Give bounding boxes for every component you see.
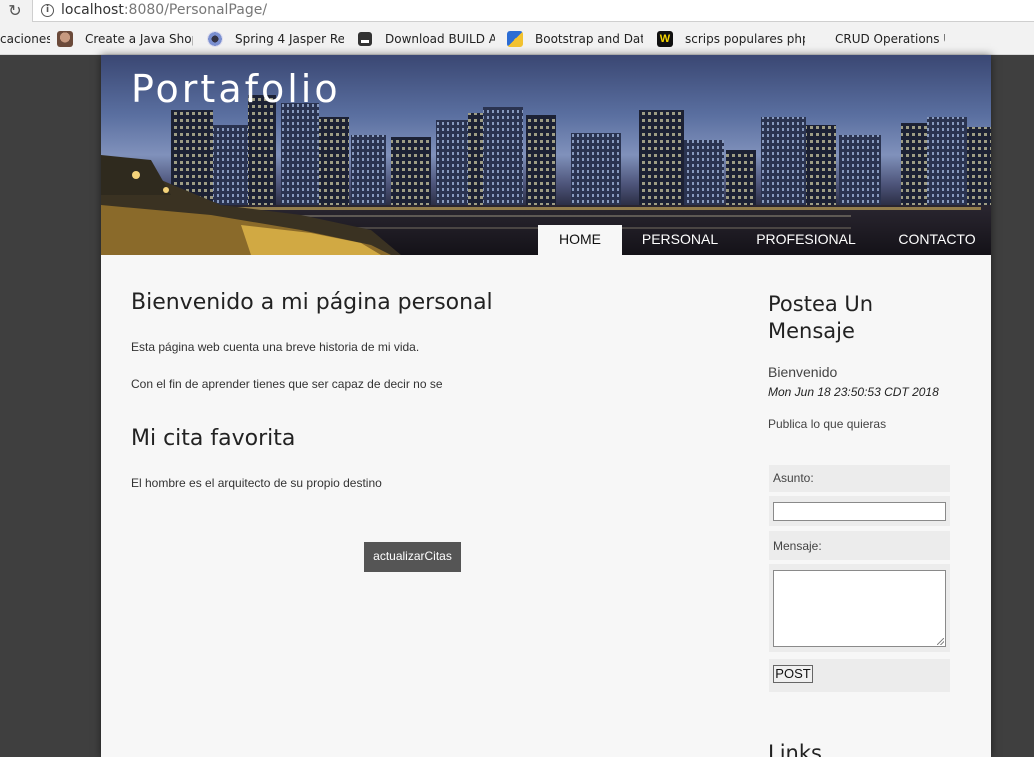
update-quotes-button[interactable]: actualizarCitas [364, 542, 461, 572]
page-container: Portafolio HOME PERSONAL PROFESIONAL CON… [101, 55, 991, 757]
page-heading: Bienvenido a mi página personal [131, 290, 493, 315]
bookmark-item[interactable]: Bootstrap and DataT [535, 32, 643, 48]
intro-text: Con el fin de aprender tienes que ser ca… [131, 377, 443, 391]
nav-home[interactable]: HOME [538, 225, 622, 255]
resize-grip-icon[interactable] [937, 638, 944, 645]
bookmark-item[interactable]: scrips populares php [685, 32, 805, 48]
header-banner: Portafolio HOME PERSONAL PROFESIONAL CON… [101, 55, 991, 255]
url-field[interactable]: i localhost:8080/PersonalPage/ [32, 0, 1034, 22]
message-label-row: Mensaje: [769, 531, 950, 560]
hint-text: Publica lo que quieras [768, 417, 887, 431]
bookmark-item[interactable]: Download BUILD AN [385, 32, 495, 48]
browser-address-bar: ↻ i localhost:8080/PersonalPage/ [0, 0, 1034, 24]
bookmark-item[interactable]: CRUD Operations Us [835, 32, 945, 48]
message-label: Mensaje: [773, 539, 822, 553]
subject-input[interactable] [773, 502, 946, 521]
date-text: Mon Jun 18 23:50:53 CDT 2018 [768, 385, 939, 399]
message-input-row [769, 564, 950, 652]
welcome-text: Bienvenido [768, 364, 838, 380]
bookmark-item[interactable]: Create a Java Shoppi [85, 32, 193, 48]
nav-profesional[interactable]: PROFESIONAL [752, 225, 860, 255]
bookmark-favicon-icon [358, 32, 372, 46]
bookmarks-bar: caciones Create a Java Shoppi Spring 4 J… [0, 24, 1034, 55]
quote-text: El hombre es el arquitecto de su propio … [131, 476, 382, 490]
links-title: Links [768, 741, 822, 757]
bookmark-item[interactable]: Spring 4 Jasper Repo [235, 32, 344, 48]
bookmark-favicon-icon [507, 31, 523, 47]
post-button[interactable]: POST [773, 665, 813, 683]
subject-label: Asunto: [773, 471, 814, 485]
sidebar-title: Postea Un Mensaje [768, 292, 874, 343]
post-button-row: POST [769, 659, 950, 692]
bookmark-favicon-icon [207, 31, 223, 47]
subject-input-row [769, 496, 950, 526]
nav-personal[interactable]: PERSONAL [634, 225, 726, 255]
quote-heading: Mi cita favorita [131, 426, 296, 451]
message-textarea[interactable] [773, 570, 946, 647]
reload-icon[interactable]: ↻ [6, 1, 24, 21]
bookmark-favicon-icon [57, 31, 73, 47]
site-title: Portafolio [131, 67, 341, 111]
info-icon[interactable]: i [41, 4, 54, 17]
intro-text: Esta página web cuenta una breve histori… [131, 340, 420, 354]
nav-contacto[interactable]: CONTACTO [890, 225, 984, 255]
bookmark-favicon-icon: W [657, 31, 673, 47]
subject-label-row: Asunto: [769, 465, 950, 492]
url-text: localhost:8080/PersonalPage/ [61, 2, 268, 18]
bookmark-item[interactable]: caciones [0, 32, 50, 48]
